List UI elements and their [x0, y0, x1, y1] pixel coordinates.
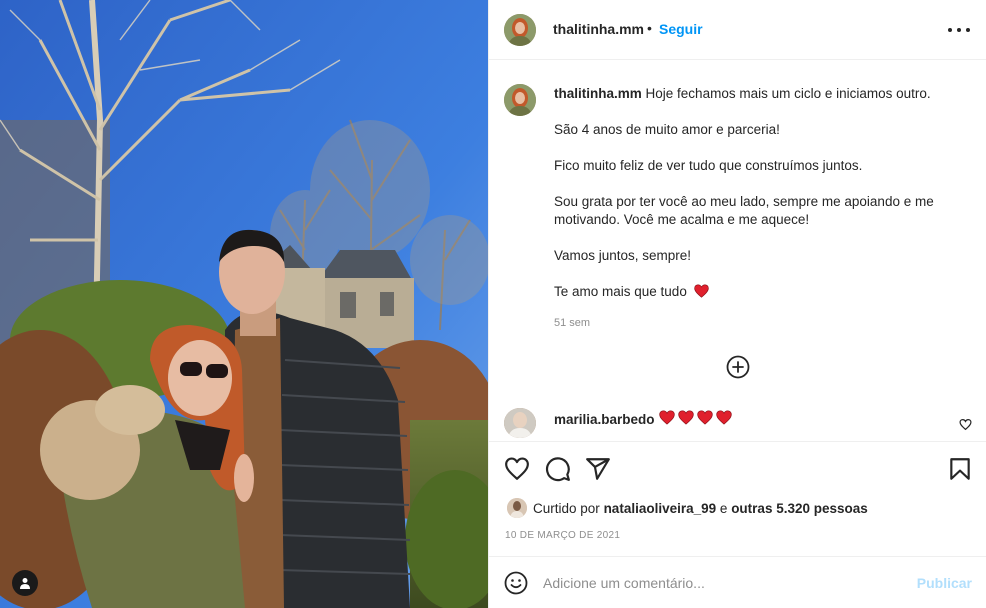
avatar-image: [504, 84, 536, 116]
red-heart-emoji-icon: [678, 410, 694, 425]
red-heart-emoji-icon: [693, 284, 709, 298]
author-username[interactable]: thalitinha.mm: [553, 21, 644, 37]
caption-paragraph: Sou grata por ter você ao meu lado, semp…: [554, 194, 934, 227]
caption-paragraph: Vamos juntos, sempre!: [554, 248, 692, 263]
more-dot: [948, 28, 952, 32]
post-header: thalitinha.mm • Seguir: [489, 0, 986, 60]
more-dot: [966, 28, 970, 32]
likes-prefix: Curtido por: [533, 500, 600, 516]
header-separator: •: [647, 20, 652, 36]
caption-author-avatar[interactable]: [504, 84, 536, 116]
caption-paragraph: Fico muito feliz de ver tudo que constru…: [554, 158, 863, 173]
caption-paragraph: São 4 anos de muito amor e parceria!: [554, 122, 780, 137]
bookmark-icon[interactable]: [947, 456, 973, 482]
likes-summary[interactable]: Curtido por nataliaoliveira_99 e outras …: [507, 498, 868, 518]
smiley-icon[interactable]: [504, 571, 528, 595]
liker-avatar: [507, 498, 527, 518]
post-photo[interactable]: [0, 0, 488, 608]
comment-text-hearts: [659, 410, 732, 425]
likes-connector: e: [719, 500, 728, 516]
liker-username[interactable]: nataliaoliveira_99: [604, 501, 717, 516]
post-date[interactable]: 10 DE MARÇO DE 2021: [505, 530, 620, 541]
more-dot: [957, 28, 961, 32]
caption-first-line: Hoje fechamos mais um ciclo e iniciamos …: [645, 86, 931, 101]
comment-like-heart-icon[interactable]: [959, 418, 972, 431]
red-heart-emoji-icon: [716, 410, 732, 425]
caption-timestamp[interactable]: 51 sem: [554, 317, 590, 329]
speech-bubble-icon[interactable]: [545, 456, 571, 482]
post-actions-section: Curtido por nataliaoliveira_99 e outras …: [489, 441, 986, 556]
add-comment-bar: Publicar: [489, 556, 986, 608]
comment-input[interactable]: [543, 571, 903, 595]
author-avatar[interactable]: [504, 14, 536, 46]
caption-username[interactable]: thalitinha.mm: [554, 86, 642, 101]
publish-button[interactable]: Publicar: [917, 575, 972, 591]
commenter-avatar[interactable]: [504, 408, 536, 438]
post-caption: thalitinha.mm Hoje fechamos mais um cicl…: [554, 85, 974, 319]
post-detail-panel: thalitinha.mm • Seguir thalitinha.mm Hoj…: [488, 0, 986, 608]
heart-outline-icon[interactable]: [504, 456, 530, 482]
paper-plane-icon[interactable]: [585, 456, 611, 482]
caption-last-line: Te amo mais que tudo: [554, 284, 687, 299]
follow-button[interactable]: Seguir: [659, 21, 703, 37]
person-tag-icon[interactable]: [12, 570, 38, 596]
commenter-username[interactable]: marilia.barbedo: [554, 412, 655, 427]
likes-others-count[interactable]: outras 5.320 pessoas: [731, 501, 868, 516]
red-heart-emoji-icon: [697, 410, 713, 425]
photo-couple-garden: [0, 0, 488, 608]
person-tag-glyph: [20, 578, 30, 589]
avatar-image: [504, 408, 536, 438]
more-horizontal-icon[interactable]: [948, 22, 970, 38]
avatar-image: [504, 14, 536, 46]
red-heart-emoji-icon: [659, 410, 675, 425]
avatar-image: [507, 498, 527, 518]
plus-circle-icon[interactable]: [726, 355, 750, 379]
